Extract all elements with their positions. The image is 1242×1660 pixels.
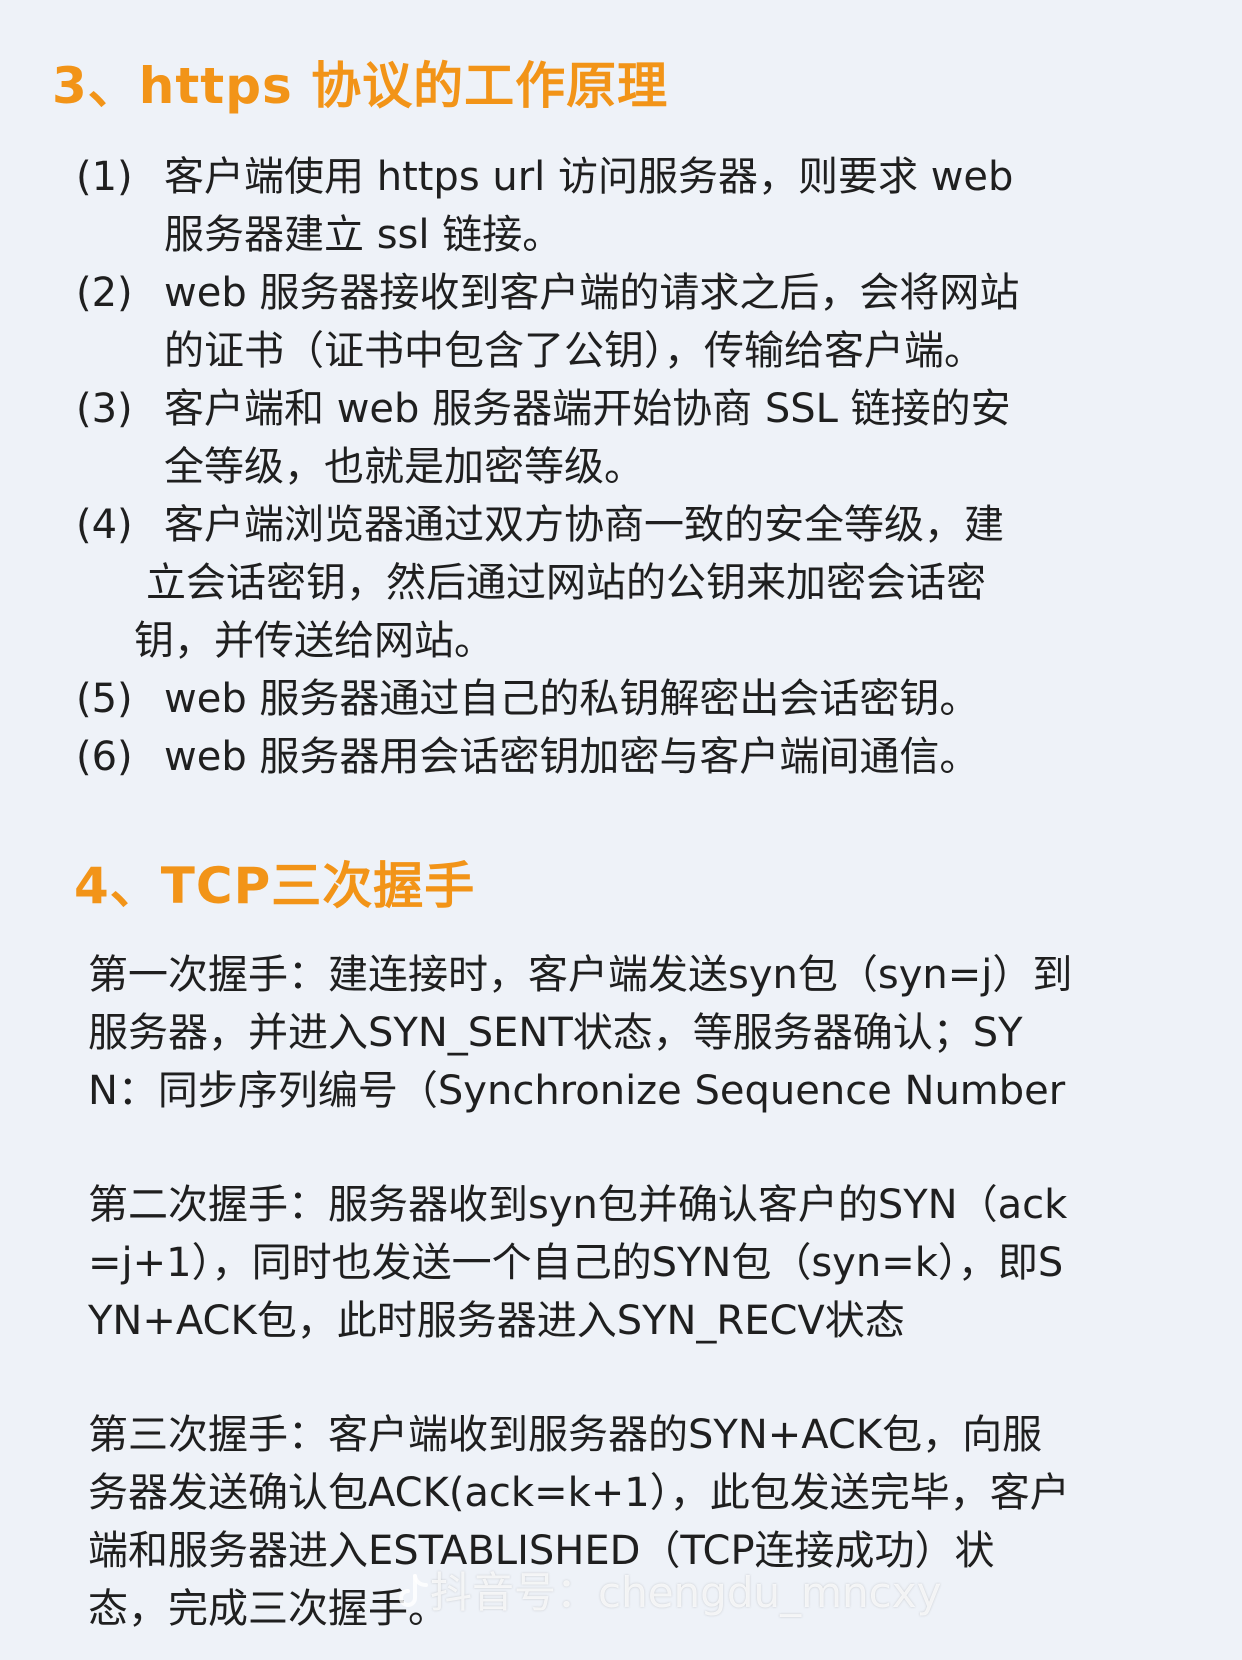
- step-text-line: web 服务器用会话密钥加密与客户端间通信。: [164, 734, 980, 780]
- step-text-line: 客户端使用 https url 访问服务器，则要求 web: [164, 154, 1014, 200]
- step-text-line: 钥，并传送给网站。: [134, 618, 494, 664]
- page: 3、https 协议的工作原理 (1) 客户端使用 https url 访问服务器…: [0, 0, 1242, 1660]
- paragraph-line: =j+1），同时也发送一个自己的SYN包（syn=k），即S: [88, 1240, 1064, 1286]
- paragraph-line: YN+ACK包，此时服务器进入SYN_RECV状态: [88, 1298, 905, 1344]
- step-text-line: 客户端浏览器通过双方协商一致的安全等级，建: [164, 502, 1004, 548]
- step-1: (1) 客户端使用 https url 访问服务器，则要求 web 服务器建立 s…: [76, 148, 1196, 264]
- step-2: (2) web 服务器接收到客户端的请求之后，会将网站 的证书（证书中包含了公钥）…: [76, 264, 1196, 380]
- paragraph-line: 服务器，并进入SYN_SENT状态，等服务器确认；SY: [88, 1010, 1023, 1056]
- https-steps-list: (1) 客户端使用 https url 访问服务器，则要求 web 服务器建立 s…: [76, 148, 1196, 786]
- step-text-line: web 服务器通过自己的私钥解密出会话密钥。: [164, 676, 980, 722]
- handshake-paragraph-1: 第一次握手：建连接时，客户端发送syn包（syn=j）到 服务器，并进入SYN_…: [88, 946, 1198, 1120]
- step-3: (3) 客户端和 web 服务器端开始协商 SSL 链接的安 全等级，也就是加密等…: [76, 380, 1196, 496]
- step-6: (6) web 服务器用会话密钥加密与客户端间通信。: [76, 728, 1196, 786]
- section-4-title: 4、TCP三次握手: [74, 857, 476, 915]
- handshake-paragraph-2: 第二次握手：服务器收到syn包并确认客户的SYN（ack =j+1），同时也发送…: [88, 1176, 1198, 1350]
- step-number: (5): [76, 676, 133, 722]
- paragraph-line: 第三次握手：客户端收到服务器的SYN+ACK包，向服: [88, 1412, 1043, 1458]
- step-number: (1): [76, 154, 133, 200]
- step-number: (4): [76, 502, 133, 548]
- paragraph-line: 第二次握手：服务器收到syn包并确认客户的SYN（ack: [88, 1182, 1068, 1228]
- watermark-text: 抖音号：chengdu_mncxy: [430, 1568, 942, 1617]
- douyin-logo-icon: [399, 1574, 428, 1607]
- step-text-line: 全等级，也就是加密等级。: [164, 444, 644, 490]
- step-number: (6): [76, 734, 133, 780]
- paragraph-line: N：同步序列编号（Synchronize Sequence Number: [88, 1068, 1066, 1114]
- step-text-line: 立会话密钥，然后通过网站的公钥来加密会话密: [146, 560, 986, 606]
- section-3-title: 3、https 协议的工作原理: [52, 57, 669, 115]
- paragraph-line: 第一次握手：建连接时，客户端发送syn包（syn=j）到: [88, 952, 1073, 998]
- step-text-line: web 服务器接收到客户端的请求之后，会将网站: [164, 270, 1020, 316]
- step-number: (2): [76, 270, 133, 316]
- paragraph-line: 务器发送确认包ACK(ack=k+1），此包发送完毕，客户: [88, 1470, 1070, 1516]
- step-text-line: 的证书（证书中包含了公钥），传输给客户端。: [164, 328, 984, 374]
- step-number: (3): [76, 386, 133, 432]
- step-4: (4) 客户端浏览器通过双方协商一致的安全等级，建 立会话密钥，然后通过网站的公钥…: [76, 496, 1196, 670]
- step-text-line: 客户端和 web 服务器端开始协商 SSL 链接的安: [164, 386, 1011, 432]
- step-text-line: 服务器建立 ssl 链接。: [164, 212, 563, 258]
- step-5: (5) web 服务器通过自己的私钥解密出会话密钥。: [76, 670, 1196, 728]
